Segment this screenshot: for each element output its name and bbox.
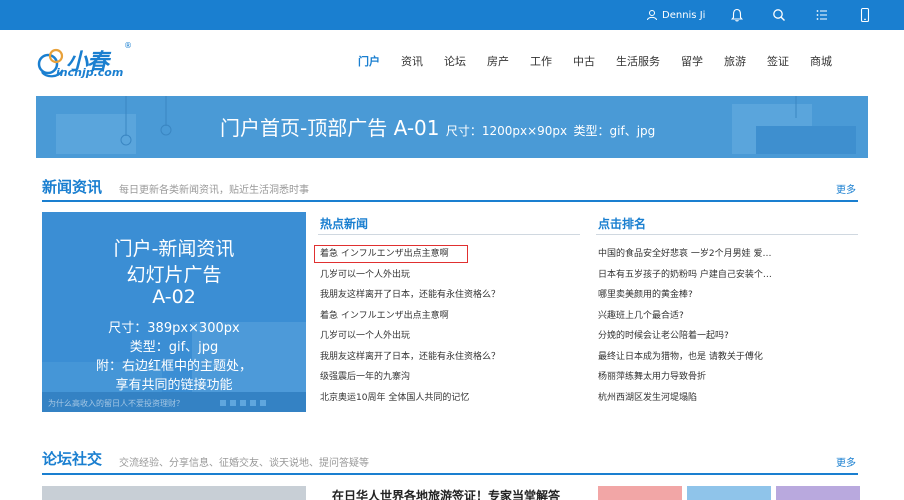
banner-size: 尺寸：1200px×90px [445,124,568,138]
forum-tile-1[interactable] [598,486,682,500]
menu-list-icon[interactable] [814,7,830,23]
top-banner-ad[interactable]: 门户首页-顶部广告 A-01 尺寸：1200px×90px 类型：gif、jpg [36,96,868,158]
nav-item-2[interactable]: 论坛 [444,53,466,71]
hot-news-item[interactable]: 着急 インフルエンザ出点主意啊 [320,310,449,322]
search-icon[interactable] [771,7,787,23]
banner-text: 门户首页-顶部广告 A-01 尺寸：1200px×90px 类型：gif、jpg [220,112,655,141]
hot-news-title: 热点新闻 [320,217,369,231]
nav-item-0[interactable]: 门户 [358,53,380,71]
nav-item-5[interactable]: 中古 [573,53,595,71]
hot-news-list: 着急 インフルエンザ出点主意啊 几岁可以一个人外出玩我朋友这样离开了日本，还能有永… [320,248,582,418]
forum-more-link[interactable]: 更多 [836,454,856,469]
news-slideshow-ad[interactable]: 门户-新闻资讯 幻灯片广告 A-02 尺寸：389px×300px 类型：gif… [42,212,306,412]
nav-item-10[interactable]: 商城 [810,53,832,71]
user-name: Dennis Ji [662,9,706,21]
forum-tile-2[interactable] [687,486,771,500]
slide-line-2: 幻灯片广告 [126,264,222,286]
nav-item-1[interactable]: 资讯 [401,53,423,71]
hot-news-item[interactable]: 几岁可以一个人外出玩 [320,269,410,281]
banner-type: 类型：gif、jpg [573,124,656,138]
user-menu[interactable]: Dennis Ji [646,7,705,23]
forum-section-divider [42,473,858,475]
hot-news-item[interactable]: 我朋友这样离开了日本，还能有永住资格么？ [320,351,500,363]
news-more-link[interactable]: 更多 [836,181,856,196]
rank-item[interactable]: 杨丽萍练舞太用力导致骨折 [598,371,706,383]
news-section-subtitle: 每日更新各类新闻资讯，贴近生活洞悉时事 [119,185,309,196]
rank-item[interactable]: 分娩的时候会让老公陪着一起吗? [598,330,729,342]
slide-line-6: 附：右边红框中的主题处， [95,359,252,374]
slide-line-5: 类型：gif、jpg [129,340,219,355]
nav-item-7[interactable]: 留学 [681,53,703,71]
news-section-title: 新闻资讯 [42,178,103,196]
rank-item[interactable]: 兴趣班上几个最合适? [598,310,684,322]
forum-section-subtitle: 交流经验、分享信息、征婚交友、谈天说地、提问答疑等 [119,458,369,469]
rank-item[interactable]: 中国的食品安全好悲哀 一岁2个月男娃 爱… [598,248,771,260]
hot-news-divider [318,234,580,235]
nav-item-6[interactable]: 生活服务 [616,53,660,71]
forum-section-title: 论坛社交 [42,450,103,468]
logo-domain: incnjp.com [56,66,124,79]
nav-item-9[interactable]: 签证 [767,53,789,71]
site-logo[interactable]: 小春 ® incnjp.com [36,40,136,82]
rank-item[interactable]: 日本有五岁孩子的奶粉吗 户建自己安装个… [598,269,772,281]
forum-headline[interactable]: 在日华人世界各地旅游签证！专家当堂解答 [332,487,560,500]
slide-caption: 为什么高收入的留日人不爱投资理财？ [48,399,184,408]
hot-news-item[interactable]: 几岁可以一个人外出玩 [320,330,410,342]
slide-line-3: A-02 [152,286,196,308]
rank-divider [596,234,858,235]
logo-registered-mark: ® [124,41,132,50]
nav-item-4[interactable]: 工作 [530,53,552,71]
rank-item[interactable]: 最终让日本成为猎物，也是 请教关于傅化 [598,351,763,363]
news-section-divider [42,200,858,202]
banner-title: 门户首页-顶部广告 A-01 [220,116,440,140]
hot-news-item[interactable]: 级强震后一年的九寨沟 [320,371,410,383]
nav-item-8[interactable]: 旅游 [724,53,746,71]
rank-item[interactable]: 哪里卖美颜用的黄金棒? [598,289,693,301]
nav-item-3[interactable]: 房产 [487,53,509,71]
top-bar: Dennis Ji [0,0,904,30]
bell-icon[interactable] [729,7,745,23]
forum-image[interactable] [42,486,306,500]
slide-line-1: 门户-新闻资讯 [113,238,235,260]
hot-news-item[interactable]: 我朋友这样离开了日本，还能有永住资格么？ [320,289,500,301]
rank-item[interactable]: 杭州西湖区发生河堤塌陷 [598,392,697,404]
main-nav: 门户 资讯 论坛 房产 工作 中古 生活服务 留学 旅游 签证 商城 [358,53,853,71]
rank-title: 点击排名 [598,217,647,231]
forum-tile-3[interactable] [776,486,860,500]
hot-news-item[interactable]: 北京奥运10周年 全体国人共同的记忆 [320,392,469,404]
slide-line-4: 尺寸：389px×300px [108,321,240,336]
mobile-icon[interactable] [857,7,873,23]
slide-line-7: 享有共同的链接功能 [115,378,233,393]
highlight-frame [314,245,468,263]
user-icon [647,10,657,21]
rank-list: 中国的食品安全好悲哀 一岁2个月男娃 爱… 日本有五岁孩子的奶粉吗 户建自己安装个… [598,248,860,418]
